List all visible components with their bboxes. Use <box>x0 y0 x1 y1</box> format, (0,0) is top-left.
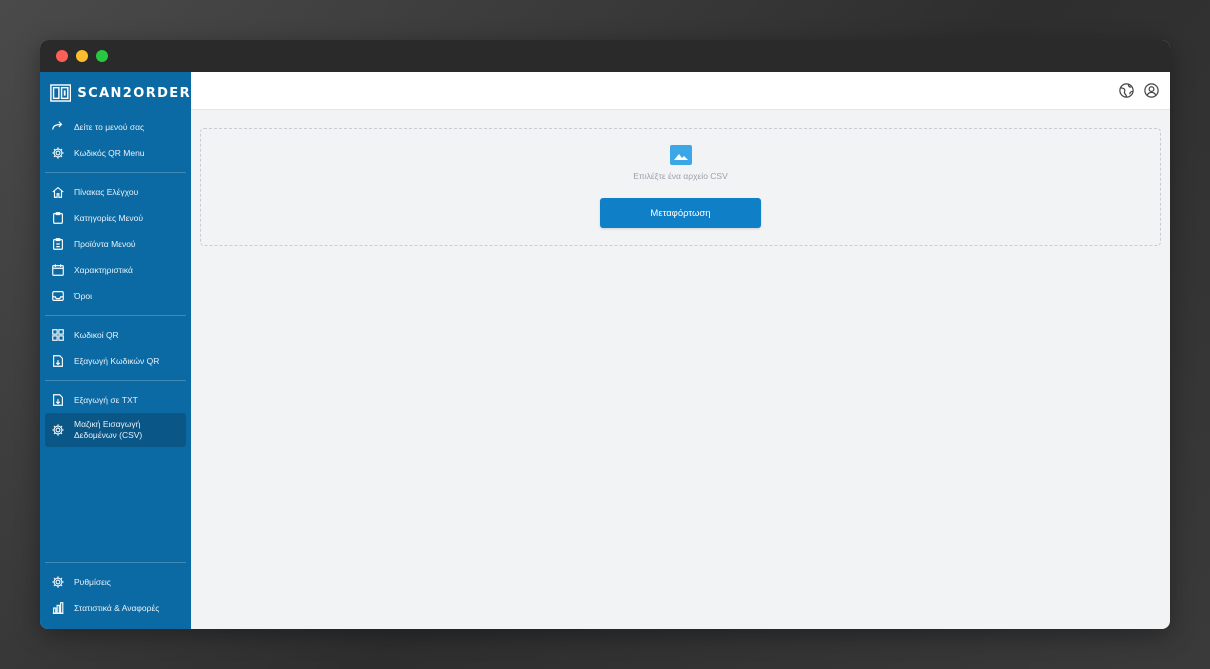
brand-logo-icon <box>50 84 72 102</box>
user-circle-icon[interactable] <box>1143 82 1160 99</box>
sidebar-item-export-qr-codes[interactable]: Εξαγωγή Κωδικών QR <box>45 348 186 374</box>
sidebar-item-label: Προϊόντα Μενού <box>74 239 136 249</box>
window-titlebar <box>40 40 1170 72</box>
sidebar-item-label: Εξαγωγή σε TXT <box>74 395 138 405</box>
sidebar-item-label: Στατιστικά & Αναφορές <box>74 603 160 613</box>
sidebar-divider <box>45 172 186 173</box>
gear-icon <box>51 423 65 437</box>
sidebar-item-terms[interactable]: Όροι <box>45 283 186 309</box>
sidebar-divider <box>45 380 186 381</box>
topbar <box>191 72 1170 110</box>
app-shell: SCAN2ORDER Δείτε το μενού σας Κωδικός QR… <box>40 72 1170 629</box>
nav-group-data: Εξαγωγή σε TXT Μαζική Εισαγωγή Δεδομένων… <box>40 387 191 447</box>
sidebar-item-menu-products[interactable]: Προϊόντα Μενού <box>45 231 186 257</box>
bar-chart-icon <box>51 601 65 615</box>
sidebar-item-dashboard[interactable]: Πίνακας Ελέγχου <box>45 179 186 205</box>
sidebar-item-menu-categories[interactable]: Κατηγορίες Μενού <box>45 205 186 231</box>
file-download-icon <box>51 354 65 368</box>
sidebar-item-qr-menu-code[interactable]: Κωδικός QR Menu <box>45 140 186 166</box>
image-icon <box>669 145 692 165</box>
upload-button[interactable]: Μεταφόρτωση <box>600 198 761 228</box>
csv-dropzone[interactable]: Επιλέξτε ένα αρχείο CSV Μεταφόρτωση <box>200 128 1161 246</box>
sidebar-item-bulk-import-csv[interactable]: Μαζική Εισαγωγή Δεδομένων (CSV) <box>45 413 186 447</box>
home-icon <box>51 185 65 199</box>
inbox-icon <box>51 289 65 303</box>
sidebar-item-label: Κωδικός QR Menu <box>74 148 145 158</box>
sidebar-bottom: Ρυθμίσεις Στατιστικά & Αναφορές <box>40 556 191 621</box>
sidebar-item-label: Μαζική Εισαγωγή Δεδομένων (CSV) <box>74 419 143 440</box>
sidebar-item-label: Εξαγωγή Κωδικών QR <box>74 356 160 366</box>
share-arrow-icon <box>51 120 65 134</box>
file-download-icon <box>51 393 65 407</box>
sidebar-item-label: Όροι <box>74 291 93 301</box>
brand-name: SCAN2ORDER <box>77 85 191 101</box>
sidebar: SCAN2ORDER Δείτε το μενού σας Κωδικός QR… <box>40 72 191 629</box>
sidebar-item-label: Κατηγορίες Μενού <box>74 213 144 223</box>
gear-icon <box>51 146 65 160</box>
calendar-icon <box>51 263 65 277</box>
grid-icon <box>51 328 65 342</box>
nav-group-settings: Ρυθμίσεις Στατιστικά & Αναφορές <box>40 569 191 621</box>
sidebar-item-label: Κωδικοί QR <box>74 330 119 340</box>
globe-icon[interactable] <box>1118 82 1135 99</box>
sidebar-item-attributes[interactable]: Χαρακτηριστικά <box>45 257 186 283</box>
sidebar-item-label: Πίνακας Ελέγχου <box>74 187 139 197</box>
clipboard-icon <box>51 211 65 225</box>
sidebar-divider <box>45 315 186 316</box>
sidebar-item-qr-codes[interactable]: Κωδικοί QR <box>45 322 186 348</box>
sidebar-item-view-menu[interactable]: Δείτε το μενού σας <box>45 114 186 140</box>
maximize-window-button[interactable] <box>96 50 108 62</box>
sidebar-item-settings[interactable]: Ρυθμίσεις <box>45 569 186 595</box>
sidebar-item-label: Χαρακτηριστικά <box>74 265 133 275</box>
close-window-button[interactable] <box>56 50 68 62</box>
brand[interactable]: SCAN2ORDER <box>40 72 191 114</box>
sidebar-item-statistics[interactable]: Στατιστικά & Αναφορές <box>45 595 186 621</box>
nav-group-menu: Δείτε το μενού σας Κωδικός QR Menu <box>40 114 191 166</box>
clipboard-list-icon <box>51 237 65 251</box>
minimize-window-button[interactable] <box>76 50 88 62</box>
dropzone-hint: Επιλέξτε ένα αρχείο CSV <box>633 171 728 181</box>
nav-group-qr: Κωδικοί QR Εξαγωγή Κωδικών QR <box>40 322 191 374</box>
gear-icon <box>51 575 65 589</box>
content: Επιλέξτε ένα αρχείο CSV Μεταφόρτωση <box>191 110 1170 264</box>
sidebar-item-label: Ρυθμίσεις <box>74 577 111 587</box>
main-area: Επιλέξτε ένα αρχείο CSV Μεταφόρτωση <box>191 72 1170 629</box>
sidebar-divider <box>45 562 186 563</box>
sidebar-item-label: Δείτε το μενού σας <box>74 122 145 132</box>
nav-group-management: Πίνακας Ελέγχου Κατηγορίες Μενού Προϊόντ… <box>40 179 191 309</box>
browser-window: SCAN2ORDER Δείτε το μενού σας Κωδικός QR… <box>40 40 1170 629</box>
sidebar-item-export-txt[interactable]: Εξαγωγή σε TXT <box>45 387 186 413</box>
